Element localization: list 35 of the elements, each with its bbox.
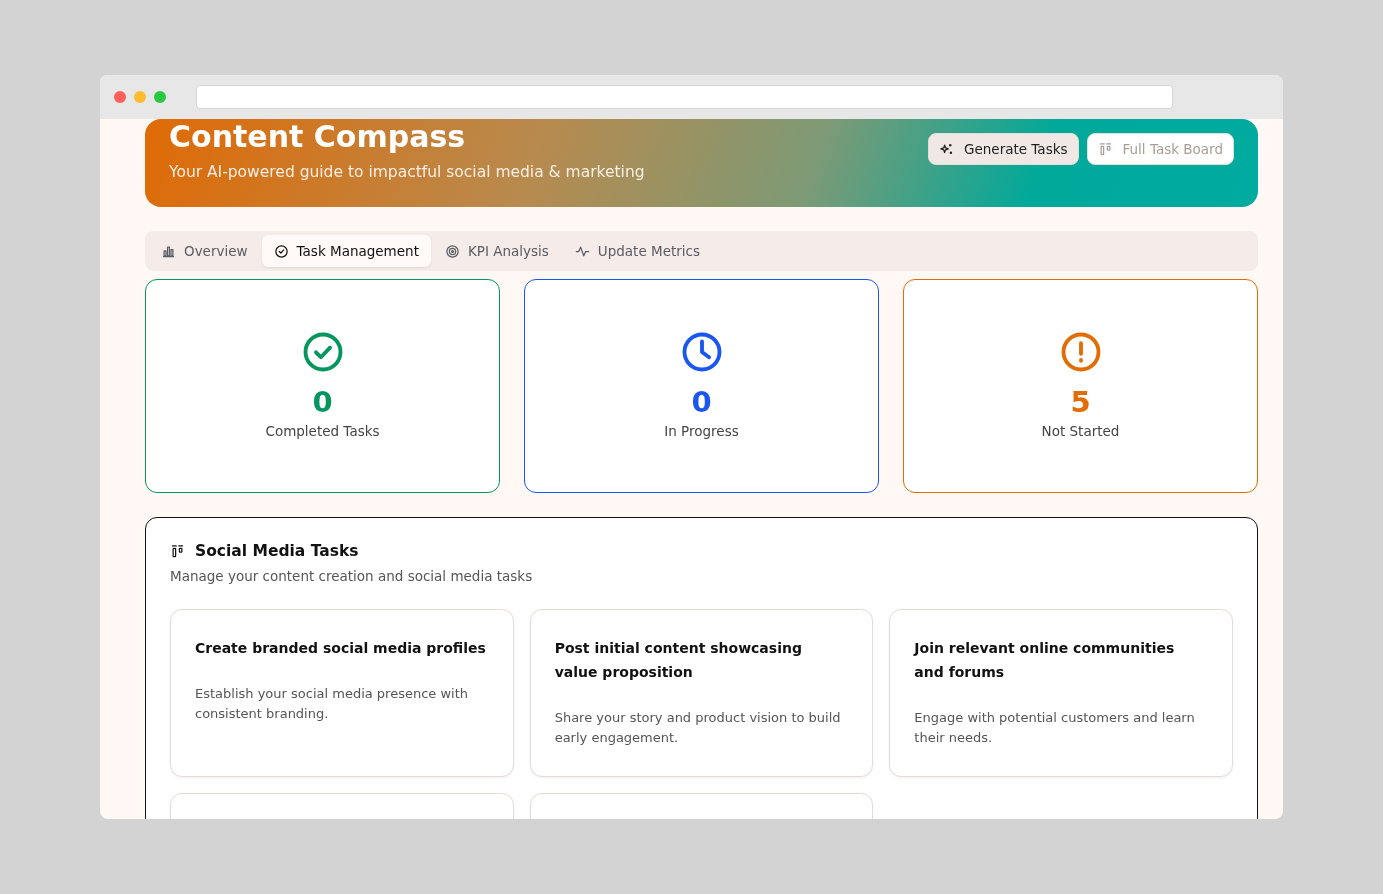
address-bar[interactable] xyxy=(196,85,1173,109)
stat-label: Completed Tasks xyxy=(265,422,380,439)
bar-chart-icon xyxy=(161,243,176,259)
maximize-window-dot[interactable] xyxy=(154,91,166,103)
task-description: Engage with potential customers and learn their needs. xyxy=(914,709,1196,747)
app-title: Content Compass xyxy=(169,119,467,155)
board-icon xyxy=(1097,141,1113,157)
stat-value: 5 xyxy=(1070,387,1091,419)
stat-value: 0 xyxy=(312,387,333,419)
panel-subtitle: Manage your content creation and social media tasks xyxy=(170,568,534,584)
stat-label: In Progress xyxy=(664,422,739,439)
task-description: Establish your social media presence with consistent branding. xyxy=(195,685,470,723)
close-window-dot[interactable] xyxy=(114,91,126,103)
panel-title: Social Media Tasks xyxy=(195,542,359,560)
task-title: Create branded social media profiles xyxy=(195,639,487,658)
task-description: Share your story and product vision to build early engagement. xyxy=(554,709,842,747)
pulse-icon xyxy=(574,243,590,259)
check-circle-icon xyxy=(273,243,289,259)
generate-tasks-button[interactable]: Generate Tasks xyxy=(928,133,1079,165)
stat-label: Not Started xyxy=(1041,422,1120,439)
tab[interactable]: Task Management xyxy=(261,235,431,267)
app-subtitle: Your AI-powered guide to impactful social media & marketing xyxy=(169,163,645,181)
task-title: Join relevant online communities and forums xyxy=(914,639,1176,682)
sparkle-icon xyxy=(939,141,954,157)
task-card[interactable]: Create branded social media profiles Establish your social media presence with consistent branding. xyxy=(170,609,514,777)
stat-value: 0 xyxy=(691,387,712,419)
tab[interactable]: KPI Analysis xyxy=(432,235,561,267)
task-title: Post initial content showcasing value proposition xyxy=(554,639,803,682)
board-icon xyxy=(170,543,185,559)
tab[interactable]: Update Metrics xyxy=(562,235,712,267)
minimize-window-dot[interactable] xyxy=(134,91,146,103)
tab[interactable]: Overview xyxy=(149,235,260,267)
target-icon xyxy=(444,243,460,259)
task-card[interactable]: Post initial content showcasing value proposition Share your story and product vision to build early engagement. xyxy=(529,609,874,777)
task-card[interactable]: Join relevant online communities and forums Engage with potential customers and learn their needs. xyxy=(889,609,1233,777)
